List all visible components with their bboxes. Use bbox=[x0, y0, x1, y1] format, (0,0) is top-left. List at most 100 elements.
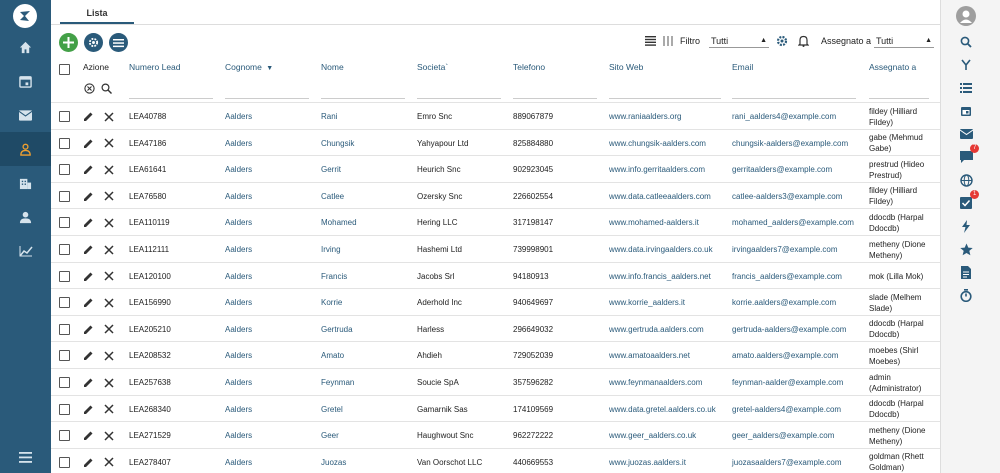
cell-nome[interactable]: Korrie bbox=[321, 289, 342, 316]
row-checkbox[interactable] bbox=[59, 183, 70, 210]
cell-sito[interactable]: www.amatoaalders.net bbox=[609, 342, 690, 369]
calendar-icon[interactable] bbox=[941, 100, 991, 122]
cell-nome[interactable]: Gretel bbox=[321, 396, 343, 423]
cell-nome[interactable]: Francis bbox=[321, 263, 347, 290]
cell-sito[interactable]: www.mohamed-aalders.it bbox=[609, 209, 699, 236]
mail-icon[interactable] bbox=[0, 98, 51, 132]
row-checkbox[interactable] bbox=[59, 449, 70, 473]
cell-nome[interactable]: Irving bbox=[321, 236, 341, 263]
cell-sito[interactable]: www.raniaalders.org bbox=[609, 103, 681, 130]
cell-email[interactable]: mohamed_aalders@example.com bbox=[732, 209, 854, 236]
cell-cognome[interactable]: Aalders bbox=[225, 130, 252, 157]
bell-icon[interactable] bbox=[798, 33, 809, 49]
cell-email[interactable]: feynman-aalder@example.com bbox=[732, 369, 843, 396]
edit-icon[interactable] bbox=[83, 342, 94, 369]
table-row[interactable]: LEA205210 Aalders Gertruda Harless 296649032… bbox=[51, 314, 940, 343]
cell-nome[interactable]: Catlee bbox=[321, 183, 344, 210]
cell-cognome[interactable]: Aalders bbox=[225, 422, 252, 449]
contact-icon[interactable] bbox=[0, 200, 51, 234]
search-icon[interactable] bbox=[941, 31, 991, 53]
row-checkbox[interactable] bbox=[59, 316, 70, 343]
cell-sito[interactable]: www.feynmanaalders.com bbox=[609, 369, 702, 396]
filter-sito-input[interactable] bbox=[609, 98, 721, 99]
table-row[interactable]: LEA271529 Aalders Geer Haughwout Snc 9622722… bbox=[51, 421, 940, 448]
filter-nome-input[interactable] bbox=[321, 98, 405, 99]
home-icon[interactable] bbox=[0, 30, 51, 64]
delete-icon[interactable] bbox=[104, 369, 114, 396]
cell-nome[interactable]: Rani bbox=[321, 103, 337, 130]
delete-icon[interactable] bbox=[104, 396, 114, 423]
table-row[interactable]: LEA208532 Aalders Amato Ahdieh 729052039 www.… bbox=[51, 341, 940, 368]
cell-email[interactable]: chungsik-aalders@example.com bbox=[732, 130, 848, 157]
cell-email[interactable]: amato.aalders@example.com bbox=[732, 342, 838, 369]
delete-icon[interactable] bbox=[104, 130, 114, 157]
row-checkbox[interactable] bbox=[59, 263, 70, 290]
row-checkbox[interactable] bbox=[59, 156, 70, 183]
delete-icon[interactable] bbox=[104, 236, 114, 263]
cell-nome[interactable]: Gerrit bbox=[321, 156, 341, 183]
cell-email[interactable]: korrie.aalders@example.com bbox=[732, 289, 836, 316]
clear-filter-icon[interactable] bbox=[84, 83, 95, 96]
cell-sito[interactable]: www.data.gretel.aalders.co.uk bbox=[609, 396, 716, 423]
cell-cognome[interactable]: Aalders bbox=[225, 263, 252, 290]
filter-assegnato-input[interactable] bbox=[869, 98, 929, 99]
flash-icon[interactable] bbox=[941, 215, 991, 237]
row-checkbox[interactable] bbox=[59, 422, 70, 449]
col-email[interactable]: Email bbox=[732, 62, 753, 72]
filter-email-input[interactable] bbox=[732, 98, 856, 99]
edit-icon[interactable] bbox=[83, 396, 94, 423]
chat-icon[interactable]: 7 bbox=[941, 144, 991, 168]
cell-nome[interactable]: Juozas bbox=[321, 449, 346, 473]
table-row[interactable]: LEA257638 Aalders Feynman Soucie SpA 3575962… bbox=[51, 368, 940, 395]
col-nome[interactable]: Nome bbox=[321, 62, 344, 72]
cell-nome[interactable]: Geer bbox=[321, 422, 339, 449]
col-societa[interactable]: Societa` bbox=[417, 62, 448, 72]
leads-icon[interactable] bbox=[0, 132, 51, 166]
grid-view-icon[interactable] bbox=[663, 33, 673, 49]
edit-icon[interactable] bbox=[83, 236, 94, 263]
merge-icon[interactable] bbox=[941, 54, 991, 76]
edit-icon[interactable] bbox=[83, 369, 94, 396]
table-row[interactable]: LEA120100 Aalders Francis Jacobs Srl 9418091… bbox=[51, 261, 940, 290]
reports-icon[interactable] bbox=[0, 234, 51, 268]
gear-icon[interactable] bbox=[776, 33, 788, 49]
delete-icon[interactable] bbox=[104, 263, 114, 290]
cell-cognome[interactable]: Aalders bbox=[225, 342, 252, 369]
company-icon[interactable] bbox=[0, 166, 51, 200]
table-row[interactable]: LEA268340 Aalders Gretel Gamarnik Sas 174109… bbox=[51, 394, 940, 423]
edit-icon[interactable] bbox=[83, 263, 94, 290]
filter-numero-input[interactable] bbox=[129, 98, 213, 99]
cell-nome[interactable]: Gertruda bbox=[321, 316, 353, 343]
cell-email[interactable]: rani_aalders4@example.com bbox=[732, 103, 836, 130]
calendar-icon[interactable] bbox=[0, 64, 51, 98]
assegnato-select[interactable]: Tutti ▲︎ bbox=[874, 33, 934, 49]
delete-icon[interactable] bbox=[104, 342, 114, 369]
delete-icon[interactable] bbox=[104, 103, 114, 130]
document-icon[interactable] bbox=[941, 261, 991, 283]
cell-email[interactable]: irvingaalders7@example.com bbox=[732, 236, 838, 263]
cell-sito[interactable]: www.geer_aalders.co.uk bbox=[609, 422, 696, 449]
row-checkbox[interactable] bbox=[59, 236, 70, 263]
cell-cognome[interactable]: Aalders bbox=[225, 449, 252, 473]
cell-sito[interactable]: www.chungsik-aalders.com bbox=[609, 130, 706, 157]
table-row[interactable]: LEA278407 Aalders Juozas Van Oorschot LLC 44… bbox=[51, 447, 940, 473]
cell-nome[interactable]: Feynman bbox=[321, 369, 354, 396]
timer-icon[interactable] bbox=[941, 284, 991, 306]
table-row[interactable]: LEA61641 Aalders Gerrit Heurich Snc 90292304… bbox=[51, 155, 940, 182]
cell-email[interactable]: gretel-aalders4@example.com bbox=[732, 396, 841, 423]
delete-icon[interactable] bbox=[104, 316, 114, 343]
delete-icon[interactable] bbox=[104, 156, 114, 183]
filter-telefono-input[interactable] bbox=[513, 98, 597, 99]
cell-sito[interactable]: www.data.catleeaalders.com bbox=[609, 183, 711, 210]
row-checkbox[interactable] bbox=[59, 369, 70, 396]
app-logo-icon[interactable] bbox=[13, 4, 37, 28]
cell-sito[interactable]: www.info.gerritaalders.com bbox=[609, 156, 705, 183]
delete-icon[interactable] bbox=[104, 449, 114, 473]
row-checkbox[interactable] bbox=[59, 342, 70, 369]
row-checkbox[interactable] bbox=[59, 209, 70, 236]
edit-icon[interactable] bbox=[83, 103, 94, 130]
delete-icon[interactable] bbox=[104, 183, 114, 210]
search-icon[interactable] bbox=[101, 83, 112, 96]
col-telefono[interactable]: Telefono bbox=[513, 62, 545, 72]
cell-sito[interactable]: www.info.francis_aalders.net bbox=[609, 263, 711, 290]
